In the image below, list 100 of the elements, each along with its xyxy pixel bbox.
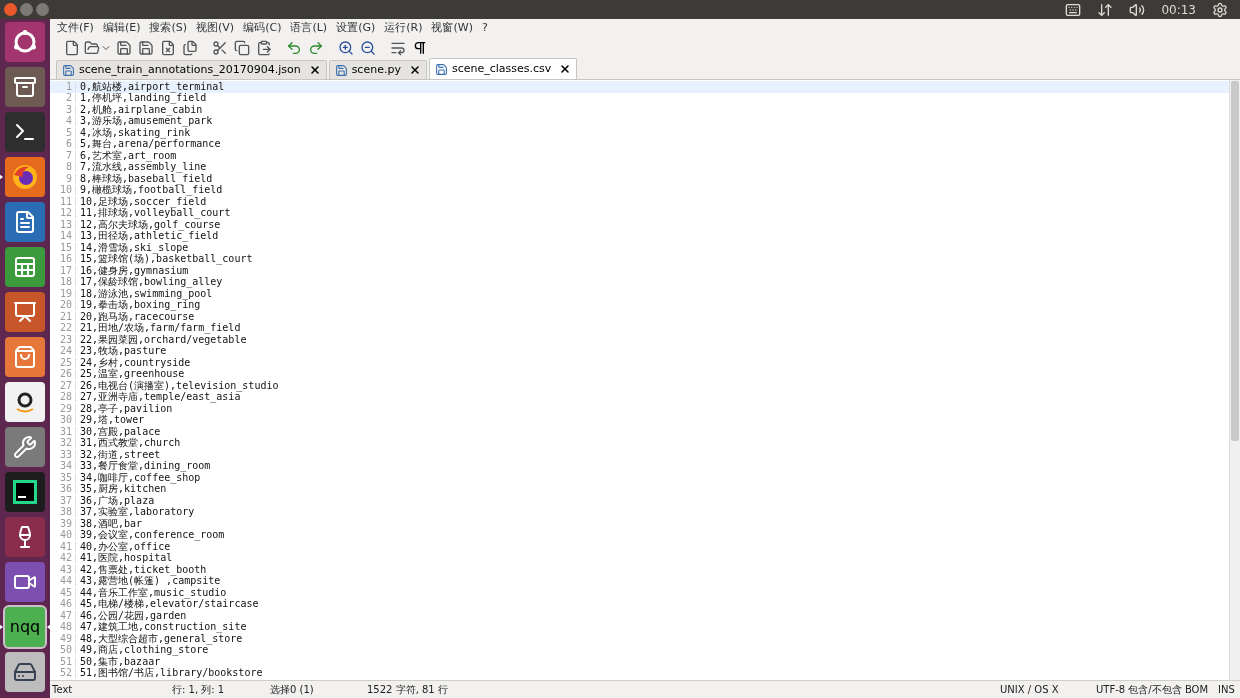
code-line: 19,拳击场,boxing_ring [79, 300, 201, 311]
language-status: Text [51, 683, 74, 697]
menu-item[interactable]: ? [481, 19, 488, 37]
line-number: 5 [50, 127, 76, 138]
code-line: 8,棒球场,baseball_field [79, 173, 213, 184]
settings-icon[interactable] [1212, 1, 1228, 18]
code-line: 49,商店,clothing_store [79, 645, 209, 656]
file-tab[interactable]: scene.py [328, 60, 427, 79]
file-tab[interactable]: scene_train_annotations_20170904.json [56, 60, 327, 79]
launcher-item[interactable] [5, 382, 45, 422]
code-line: 39,会议室,conference_room [79, 530, 225, 541]
keyboard-icon[interactable] [1065, 1, 1082, 18]
launcher-item[interactable] [5, 517, 45, 557]
line-number: 14 [50, 231, 76, 242]
launcher-item[interactable] [5, 22, 45, 62]
code-line: 26,电视台(演播室),television_studio [79, 380, 279, 391]
tab-close-button[interactable] [308, 64, 321, 76]
code-line: 14,滑雪场,ski_slope [79, 242, 189, 253]
menu-item[interactable]: 视窗(W) [431, 19, 473, 37]
tab-close-button[interactable] [408, 64, 421, 76]
close-button[interactable] [4, 3, 17, 16]
line-number: 18 [50, 277, 76, 288]
network-icon[interactable] [1097, 1, 1114, 18]
line-number: 46 [50, 599, 76, 610]
launcher-item[interactable] [5, 112, 45, 152]
menu-item[interactable]: 视图(V) [196, 19, 235, 37]
code-line: 40,办公室,office [79, 541, 171, 552]
clock[interactable]: 00:13 [1161, 0, 1196, 19]
menu-item[interactable]: 搜索(S) [149, 19, 188, 37]
code-line: 13,田径场,athletic_field [79, 231, 219, 242]
line-number: 4 [50, 116, 76, 127]
line-number: 28 [50, 392, 76, 403]
minimize-button[interactable] [20, 3, 33, 16]
ubuntu-logo-icon [12, 29, 38, 55]
code-line: 4,冰场,skating_rink [79, 127, 191, 138]
launcher-item[interactable]: nqq [5, 607, 45, 647]
code-line: 34,咖啡厅,coffee_shop [79, 472, 201, 483]
launcher-item[interactable] [5, 67, 45, 107]
line-number: 17 [50, 265, 76, 276]
code-line: 10,足球场,soccer_field [79, 196, 207, 207]
code-line: 24,乡村,countryside [79, 357, 191, 368]
menu-item[interactable]: 运行(R) [384, 19, 423, 37]
line-number: 6 [50, 139, 76, 150]
menu-item[interactable]: 编辑(E) [102, 19, 141, 37]
code-line: 37,实验室,laboratory [79, 507, 195, 518]
code-line: 0,航站楼,airport_terminal [79, 81, 225, 92]
launcher-item[interactable] [5, 472, 45, 512]
code-line: 1,停机坪,landing_field [79, 93, 207, 104]
code-line: 17,保龄球馆,bowling_alley [79, 277, 223, 288]
line-number: 38 [50, 507, 76, 518]
line-number: 27 [50, 380, 76, 391]
menu-item[interactable]: 文件(F) [57, 19, 94, 37]
file-tab[interactable]: scene_classes.csv [428, 58, 578, 79]
code-line: 43,露营地(帐篷) ,campsite [79, 576, 221, 587]
line-number: 43 [50, 564, 76, 575]
code-line: 20,跑马场,racecourse [79, 311, 195, 322]
line-number: 1 [50, 81, 76, 92]
line-number: 23 [50, 334, 76, 345]
line-number: 49 [50, 633, 76, 644]
code-line: 28,亭子,pavilion [79, 403, 173, 414]
line-number: 47 [50, 610, 76, 621]
line-number: 24 [50, 346, 76, 357]
line-number: 39 [50, 518, 76, 529]
tab-close-button[interactable] [559, 63, 572, 75]
volume-icon[interactable] [1129, 1, 1146, 18]
document-icon [13, 210, 37, 234]
line-number: 33 [50, 449, 76, 460]
line-number: 21 [50, 311, 76, 322]
line-number: 3 [50, 104, 76, 115]
line-number: 16 [50, 254, 76, 265]
code-line: 50,集市,bazaar [79, 656, 161, 667]
line-number: 52 [50, 668, 76, 679]
line-number: 40 [50, 530, 76, 541]
code-line: 7,流水线,assembly_line [79, 162, 207, 173]
close-all-button[interactable] [180, 38, 200, 58]
cursor-position: 行: 1, 列: 1 [172, 683, 226, 697]
code-line: 48,大型综合超市,general_store [79, 633, 243, 644]
line-number: 25 [50, 357, 76, 368]
menu-item[interactable]: 编码(C) [243, 19, 282, 37]
presentation-icon [13, 300, 37, 324]
tab-label: scene_classes.csv [451, 60, 552, 77]
menu-item[interactable]: 语言(L) [290, 19, 328, 37]
copy-button[interactable] [232, 38, 252, 58]
code-line: 38,酒吧,bar [79, 518, 143, 529]
save-all-button[interactable] [136, 38, 156, 58]
line-number: 8 [50, 162, 76, 173]
save-button[interactable] [114, 38, 134, 58]
scrollbar[interactable] [1229, 80, 1240, 680]
line-number: 30 [50, 415, 76, 426]
line-number: 13 [50, 219, 76, 230]
code-line: 23,牧场,pasture [79, 346, 167, 357]
line-number: 44 [50, 576, 76, 587]
selection-status: 选择0 (1) [270, 683, 315, 697]
insert-mode-status: INS [1218, 683, 1236, 697]
code-line: 51,图书馆/书店,library/bookstore [79, 668, 263, 679]
maximize-button[interactable] [36, 3, 49, 16]
line-number: 42 [50, 553, 76, 564]
menu-item[interactable]: 设置(G) [336, 19, 376, 37]
character-count: 1522 字符, 81 行 [367, 683, 448, 697]
code-line: 5,舞台,arena/performance [79, 139, 221, 150]
